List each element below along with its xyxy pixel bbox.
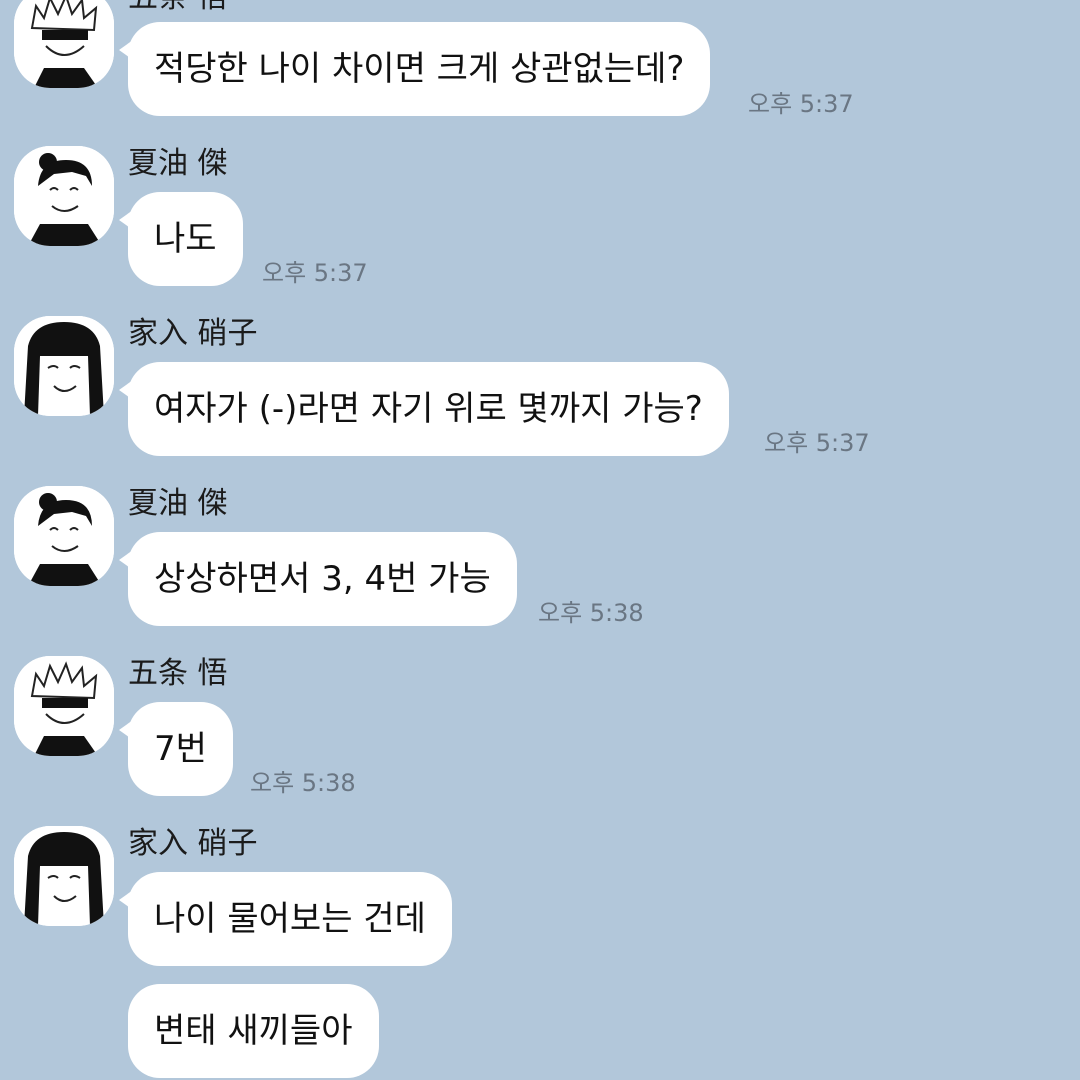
message-bubble[interactable]: 7번 bbox=[119, 702, 233, 796]
sender-name: 五条 悟 bbox=[128, 656, 228, 691]
sender-name: 夏油 傑 bbox=[128, 146, 228, 181]
message-time: 오후 5:38 bbox=[538, 599, 644, 627]
message-bubble[interactable]: 나이 물어보는 건데 bbox=[119, 872, 452, 966]
message-bubble[interactable]: 상상하면서 3, 4번 가능 bbox=[119, 532, 517, 626]
sender-name: 五条 悟 bbox=[128, 0, 228, 16]
ieiri-avatar-icon[interactable] bbox=[14, 826, 114, 926]
sender-name: 夏油 傑 bbox=[128, 486, 228, 521]
sender-name: 家入 硝子 bbox=[128, 826, 258, 861]
gojo-avatar-icon[interactable] bbox=[14, 0, 114, 88]
message-bubble[interactable]: 변태 새끼들아 bbox=[128, 984, 379, 1078]
message-bubble[interactable]: 적당한 나이 차이면 크게 상관없는데? bbox=[118, 22, 711, 116]
geto-avatar-icon[interactable] bbox=[14, 486, 114, 586]
message-bubble[interactable]: 나도 bbox=[119, 192, 243, 286]
geto-avatar-icon[interactable] bbox=[14, 146, 114, 246]
chat-room[interactable]: 五条 悟 적당한 나이 차이면 크게 상관없는데? 오후 5:37 夏油 傑 나… bbox=[0, 0, 1080, 1080]
message-time: 오후 5:37 bbox=[748, 90, 854, 118]
message-time: 오후 5:37 bbox=[764, 429, 870, 457]
ieiri-avatar-icon[interactable] bbox=[14, 316, 114, 416]
sender-name: 家入 硝子 bbox=[128, 316, 258, 351]
message-bubble[interactable]: 여자가 (-)라면 자기 위로 몇까지 가능? bbox=[119, 362, 729, 456]
gojo-avatar-icon[interactable] bbox=[14, 656, 114, 756]
message-time: 오후 5:38 bbox=[250, 769, 356, 797]
message-time: 오후 5:37 bbox=[262, 259, 368, 287]
